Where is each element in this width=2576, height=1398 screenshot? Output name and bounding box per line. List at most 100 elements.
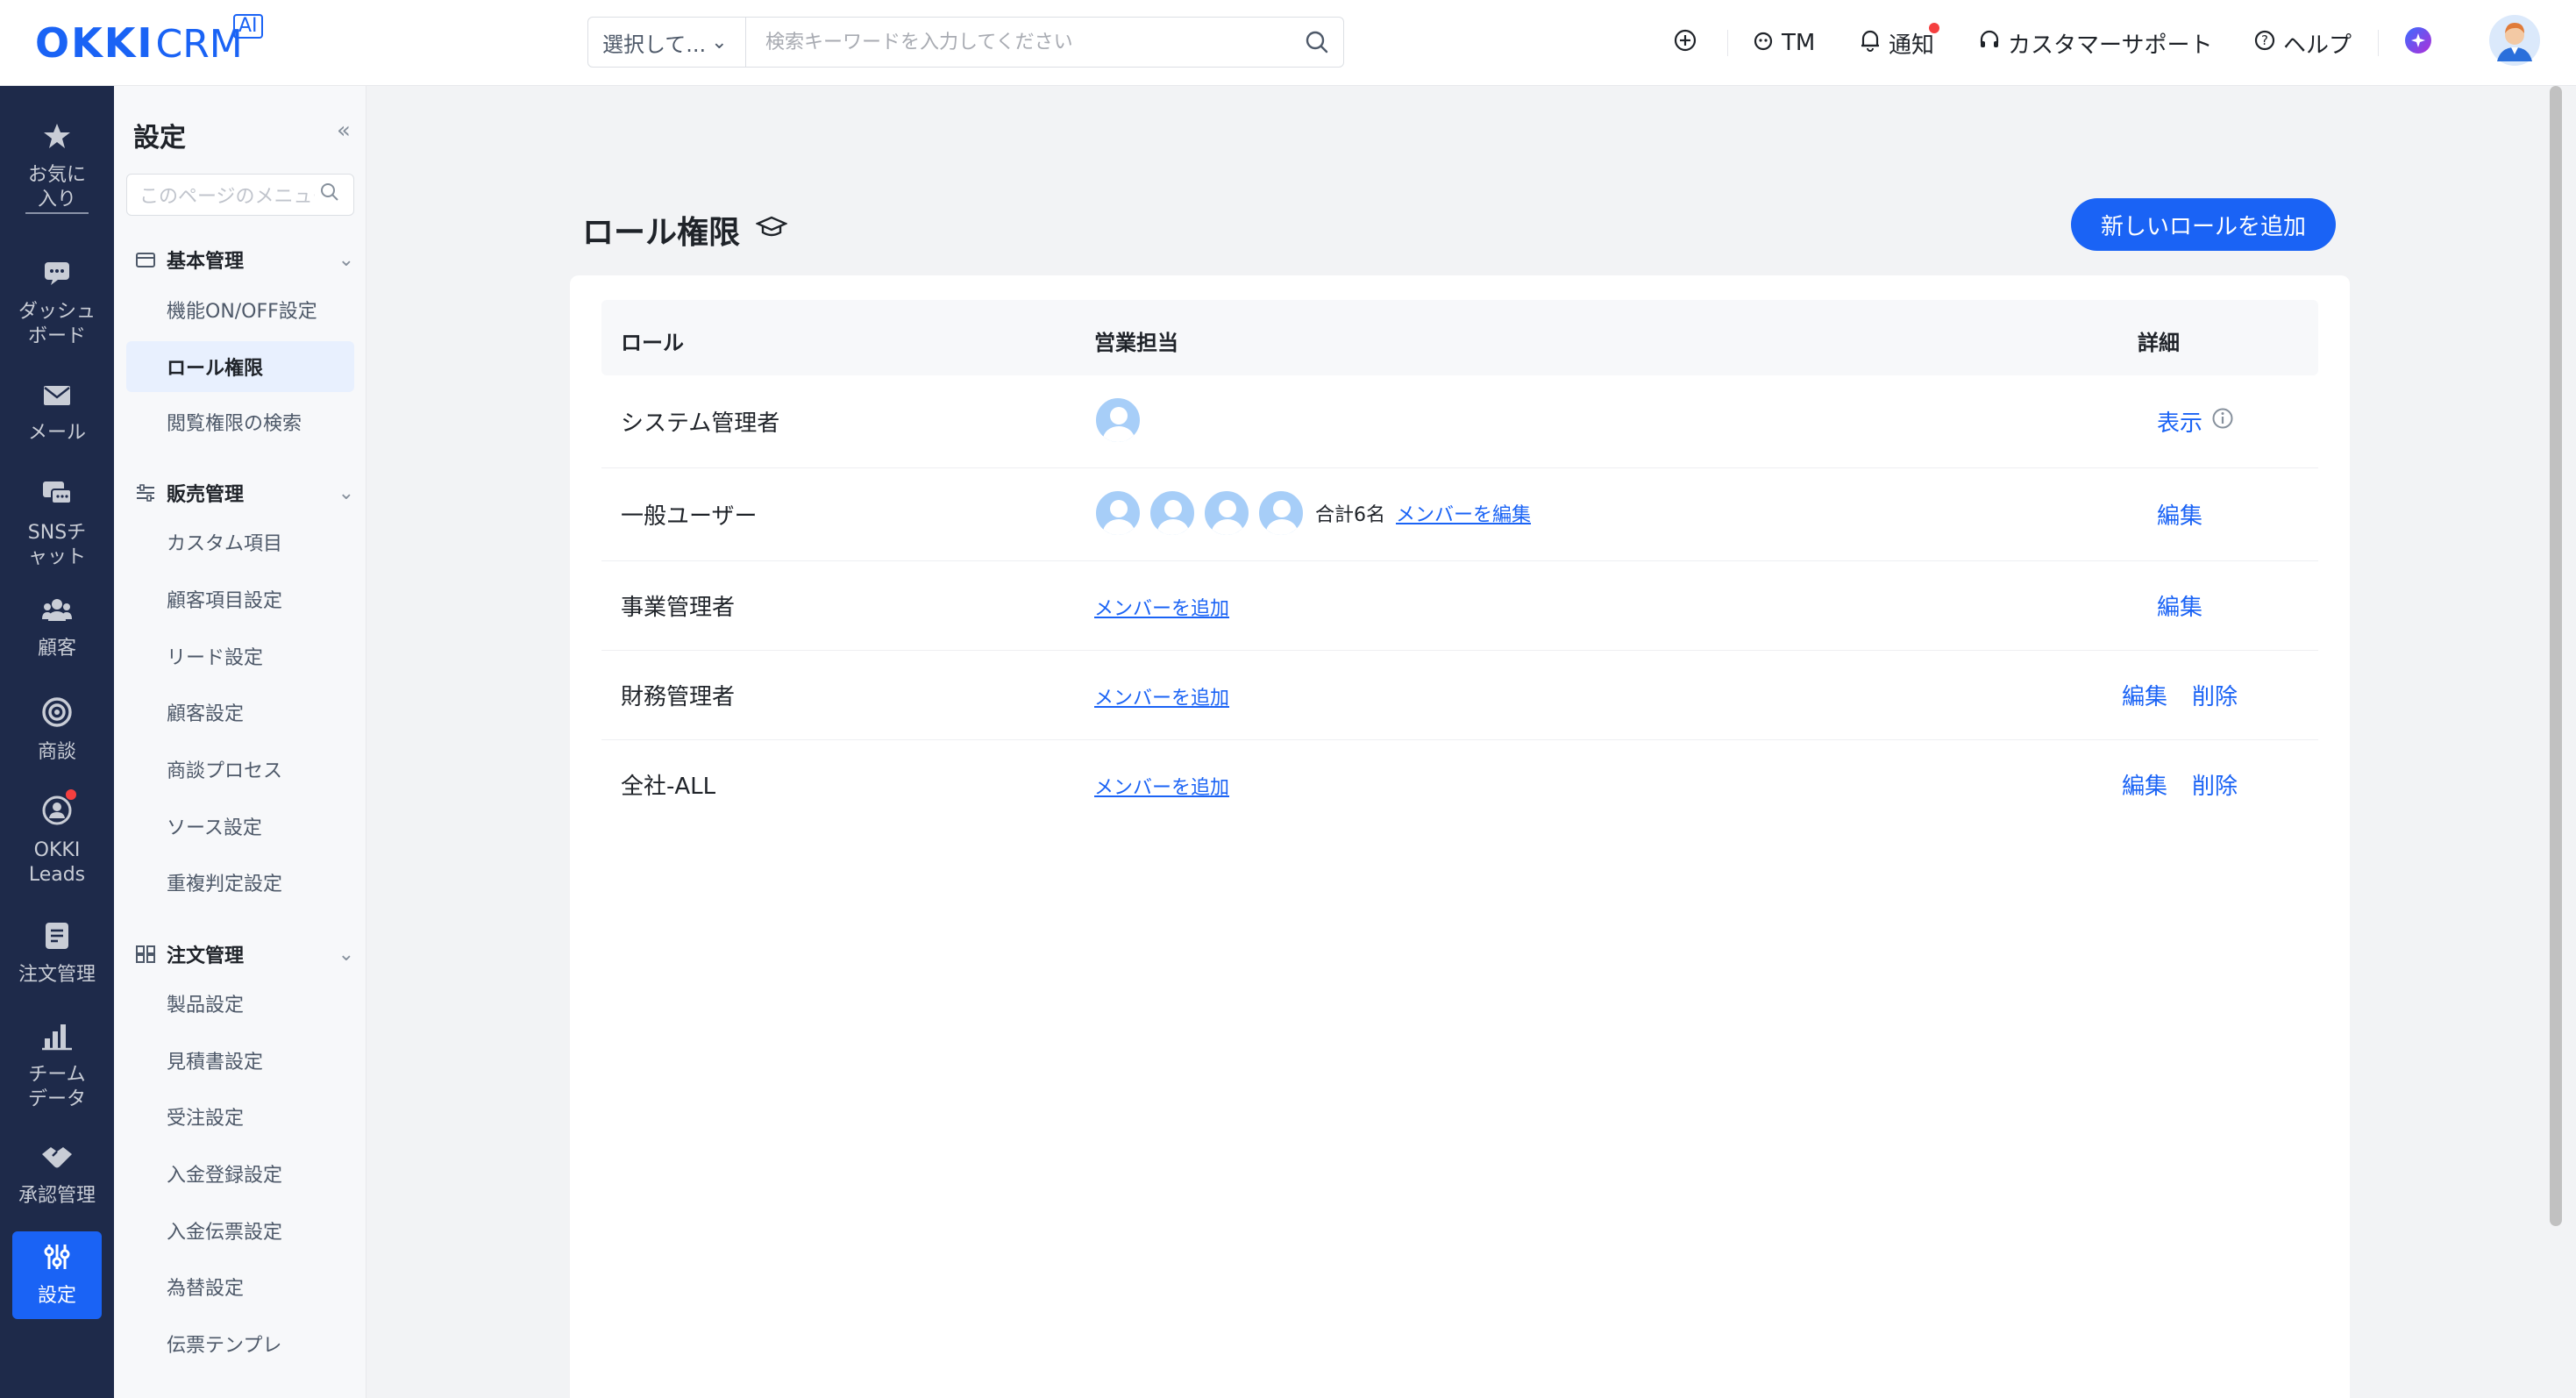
add-member-link[interactable]: メンバーを追加: [1094, 682, 1229, 710]
view-action[interactable]: 表示: [2157, 405, 2234, 438]
view-link[interactable]: 表示: [2157, 405, 2202, 438]
submenu-item[interactable]: カスタム項目: [126, 517, 354, 567]
graduation-cap-icon[interactable]: [755, 212, 789, 248]
rail-label: チームデータ: [27, 1064, 86, 1110]
rail-item-orders[interactable]: 注文管理: [0, 921, 114, 988]
submenu-item[interactable]: 重複判定設定: [126, 857, 354, 908]
submenu-item[interactable]: 入金伝票設定: [126, 1205, 354, 1256]
member-avatar[interactable]: [1149, 489, 1196, 537]
notification-button[interactable]: 通知: [1859, 0, 1939, 86]
tm-button[interactable]: TM: [1752, 0, 1815, 86]
submenu-item[interactable]: 受注設定: [126, 1091, 354, 1142]
divider: [1727, 30, 1728, 56]
global-search: 選択して... ⌄: [587, 17, 1344, 68]
menu-filter-input[interactable]: このページのメニュー: [126, 174, 354, 216]
roles-table-card: ロール 営業担当 詳細 システム管理者 表示 一般ユーザー 合計6名 メンバーを…: [570, 275, 2350, 1398]
rail-label: SNSチャット: [27, 522, 87, 568]
submenu-item[interactable]: ソース設定: [126, 801, 354, 852]
add-member-link[interactable]: メンバーを追加: [1094, 772, 1229, 800]
rail-item-okki-leads[interactable]: OKKI Leads: [0, 789, 114, 888]
rail-item-dashboard[interactable]: ダッシュボード: [0, 258, 114, 349]
logo-ai-badge: AI: [233, 14, 263, 39]
sliders-icon: [135, 483, 158, 503]
rail-item-settings[interactable]: 設定: [12, 1231, 102, 1319]
quick-add-button[interactable]: [1673, 0, 1697, 86]
customer-support-button[interactable]: カスタマーサポート: [1978, 0, 2212, 86]
mail-icon: [42, 382, 72, 416]
rail-label: 承認管理: [18, 1185, 96, 1207]
user-avatar[interactable]: [2488, 0, 2541, 86]
submenu-item[interactable]: 伝票テンプレ: [126, 1318, 354, 1369]
okki-crm-logo[interactable]: OKKI CRM AI: [35, 14, 263, 67]
page-title: ロール権限: [582, 207, 789, 253]
rail-label: 商談: [37, 741, 76, 763]
rail-item-customers[interactable]: 顧客: [0, 596, 114, 661]
target-icon: [41, 696, 73, 735]
info-icon[interactable]: [2211, 407, 2234, 436]
dashboard-icon: [42, 258, 72, 295]
group-orders[interactable]: 注文管理 ⌄: [135, 940, 354, 968]
delete-link[interactable]: 削除: [2192, 768, 2238, 801]
member-cell: メンバーを追加: [1094, 772, 1229, 800]
leads-badge: [66, 789, 76, 800]
add-member-link[interactable]: メンバーを追加: [1094, 593, 1229, 621]
add-role-button[interactable]: 新しいロールを追加: [2071, 198, 2336, 251]
delete-link[interactable]: 削除: [2192, 679, 2238, 711]
edit-link[interactable]: 編集: [2157, 498, 2202, 531]
group-sales[interactable]: 販売管理 ⌄: [135, 479, 354, 507]
search-icon[interactable]: [1291, 30, 1343, 54]
group-label: 販売管理: [167, 484, 245, 506]
rail-item-mail[interactable]: メール: [0, 382, 114, 446]
edit-link[interactable]: 編集: [2122, 679, 2167, 711]
rail-item-deals[interactable]: 商談: [0, 696, 114, 765]
basic-settings-icon: [135, 250, 158, 269]
rail-item-sns-chat[interactable]: SNSチャット: [0, 479, 114, 570]
table-row: システム管理者 表示: [601, 375, 2318, 468]
rail-label: 注文管理: [18, 964, 96, 986]
submenu-item[interactable]: 機能ON/OFF設定: [126, 284, 354, 335]
rail-item-approvals[interactable]: 承認管理: [0, 1144, 114, 1209]
edit-link[interactable]: 編集: [2122, 768, 2167, 801]
search-scope-select[interactable]: 選択して... ⌄: [588, 18, 746, 67]
role-name: 全社-ALL: [621, 774, 716, 800]
menu-filter-placeholder: このページのメニュー: [139, 186, 315, 208]
collapse-icon[interactable]: «: [337, 118, 351, 144]
submenu-item[interactable]: 商談プロセス: [126, 744, 354, 795]
chat-icon: [41, 479, 73, 516]
member-avatar[interactable]: [1203, 489, 1250, 537]
submenu-item-role-permissions[interactable]: ロール権限: [126, 341, 354, 392]
rail-item-favorites[interactable]: お気に入り: [0, 121, 114, 214]
submenu-item[interactable]: 為替設定: [126, 1261, 354, 1312]
submenu-item[interactable]: 顧客項目設定: [126, 574, 354, 624]
member-total: 合計6名: [1315, 504, 1385, 526]
member-avatar[interactable]: [1094, 396, 1142, 444]
ai-assistant-button[interactable]: [2404, 0, 2432, 86]
column-detail: 詳細: [2138, 331, 2180, 355]
chevron-down-icon: ⌄: [338, 248, 354, 271]
group-basic[interactable]: 基本管理 ⌄: [135, 246, 354, 274]
member-avatar[interactable]: [1094, 489, 1142, 537]
table-row: 財務管理者 メンバーを追加 編集 削除: [601, 651, 2318, 740]
submenu-item[interactable]: 入金登録設定: [126, 1148, 354, 1199]
submenu-item[interactable]: 見積書設定: [126, 1035, 354, 1086]
rail-item-team-data[interactable]: チームデータ: [0, 1021, 114, 1112]
rail-label: ダッシュボード: [18, 301, 96, 347]
customer-support-label: カスタマーサポート: [2008, 32, 2213, 59]
logo-brand: OKKI: [35, 19, 154, 67]
search-input[interactable]: [746, 18, 1291, 67]
submenu-item[interactable]: 製品設定: [126, 978, 354, 1029]
edit-link[interactable]: 編集: [2157, 589, 2202, 622]
table-row: 一般ユーザー 合計6名 メンバーを編集 編集: [601, 468, 2318, 561]
page-title-text: ロール権限: [582, 215, 741, 251]
rail-label: お気に入り: [25, 163, 89, 214]
submenu-item[interactable]: 顧客設定: [126, 687, 354, 738]
page-scrollbar[interactable]: [2550, 86, 2562, 1226]
role-name: システム管理者: [621, 410, 780, 437]
help-button[interactable]: ? ヘルプ: [2253, 0, 2352, 86]
submenu-item[interactable]: 閲覧権限の検索: [126, 396, 354, 447]
submenu-item[interactable]: リード設定: [126, 631, 354, 681]
edit-members-link[interactable]: メンバーを編集: [1396, 499, 1531, 527]
column-sales: 営業担当: [1094, 331, 1178, 355]
notification-label: 通知: [1889, 32, 1935, 59]
member-avatar[interactable]: [1257, 489, 1305, 537]
